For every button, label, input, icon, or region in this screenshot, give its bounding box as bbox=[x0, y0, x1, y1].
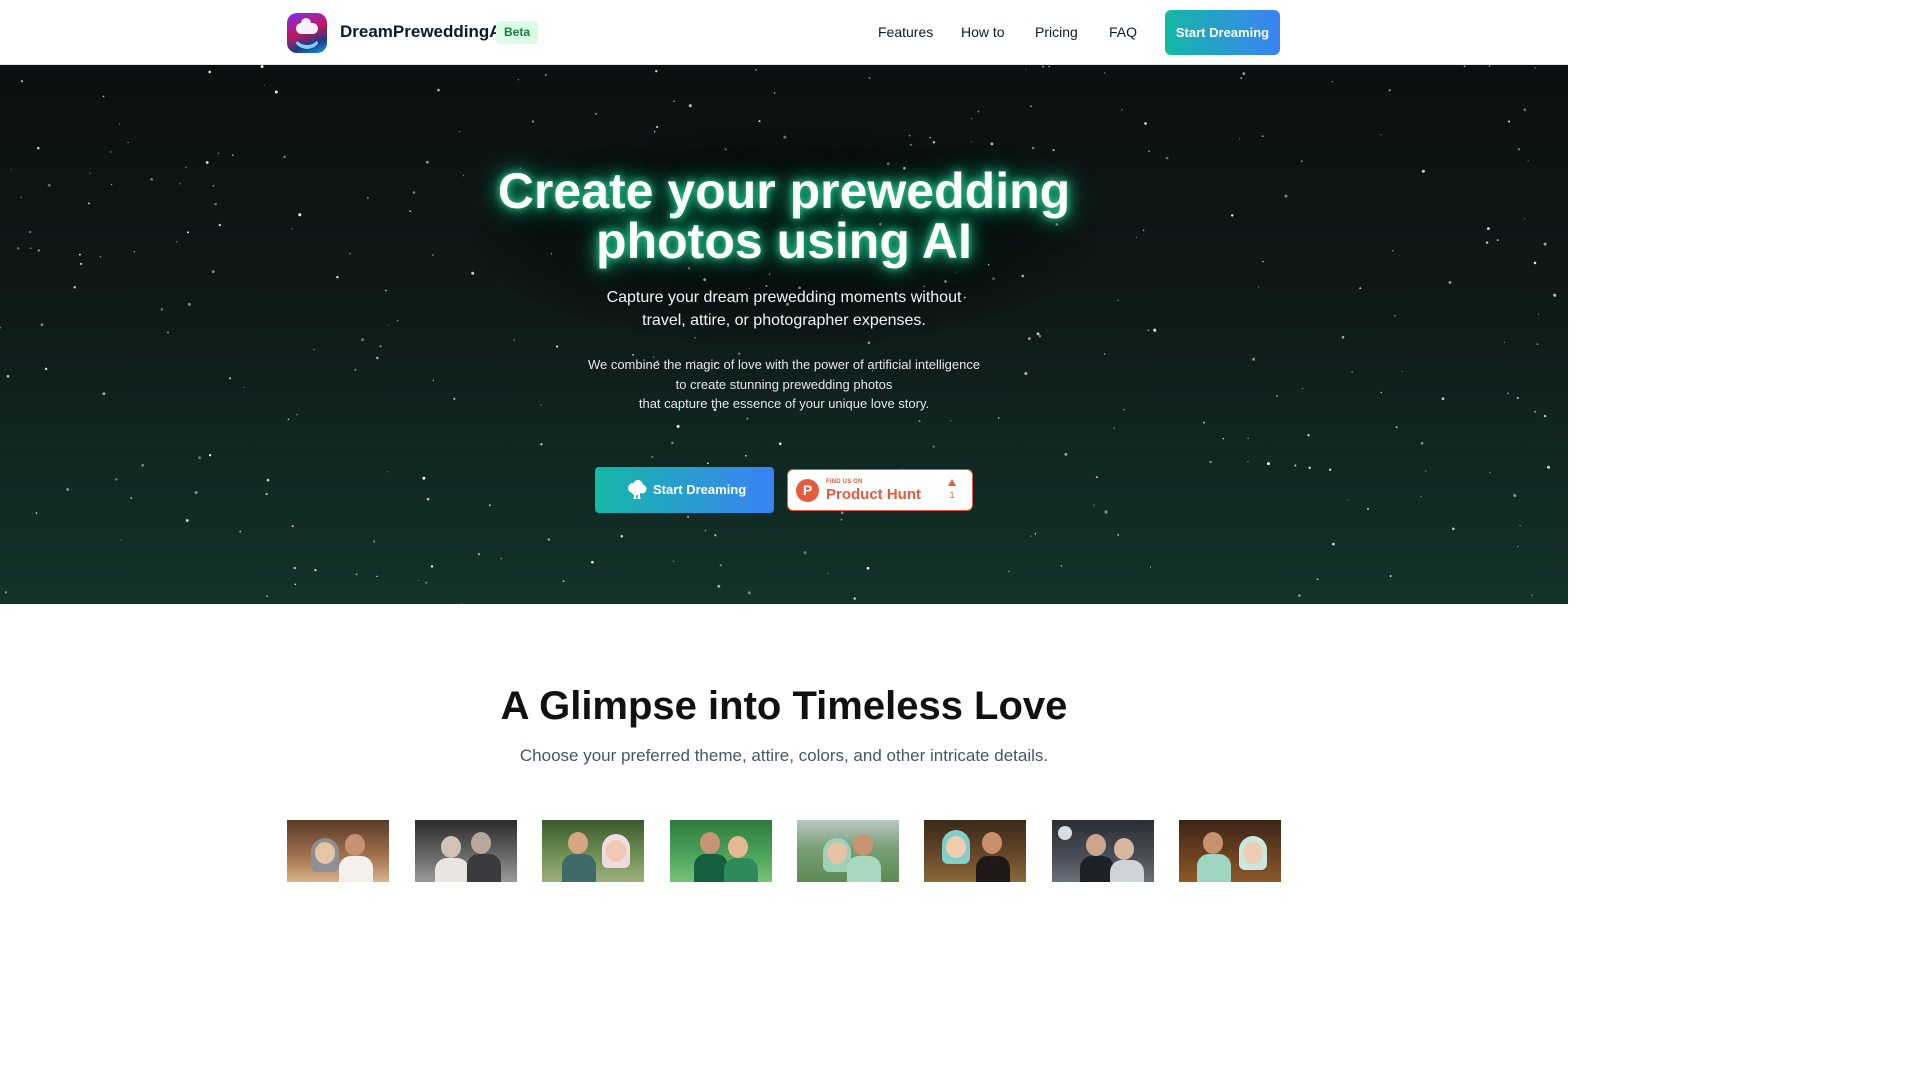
gallery-subtitle: Choose your preferred theme, attire, col… bbox=[519, 746, 1049, 765]
gallery-photo-2[interactable] bbox=[415, 820, 517, 882]
upvote-count: 1 bbox=[949, 490, 955, 500]
nav-link-faq[interactable]: FAQ bbox=[1109, 24, 1137, 40]
product-hunt-small-text: FIND US ON bbox=[826, 479, 863, 485]
hero-description-line1: We combine the magic of love with the po… bbox=[587, 357, 981, 372]
brand-name[interactable]: DreamPreweddingAI bbox=[340, 22, 506, 42]
brain-cloud-icon bbox=[628, 480, 647, 499]
nav-link-how-to[interactable]: How to bbox=[961, 24, 1005, 40]
gallery-photo-4[interactable] bbox=[670, 820, 772, 882]
hero-headline-line2: photos using AI bbox=[596, 213, 972, 269]
hero-description: We combine the magic of love with the po… bbox=[534, 355, 1034, 414]
hero-cta-label: Start Dreaming bbox=[653, 482, 747, 497]
hero-description-line2: to create stunning prewedding photos bbox=[675, 376, 893, 392]
hero-section: Create your prewedding photos using AI C… bbox=[0, 65, 1568, 604]
hero-description-line3: that capture the essence of your unique … bbox=[638, 396, 930, 411]
cloud-moon-logo-icon[interactable] bbox=[287, 13, 327, 53]
top-navbar: DreamPreweddingAI Beta Features How to P… bbox=[0, 0, 1568, 65]
gallery-photo-6[interactable] bbox=[924, 820, 1026, 882]
gallery-photo-3[interactable] bbox=[542, 820, 644, 882]
gallery-photo-8[interactable] bbox=[1179, 820, 1281, 882]
product-hunt-badge[interactable]: P FIND US ON Product Hunt 1 bbox=[787, 469, 973, 511]
gallery-photo-5[interactable] bbox=[797, 820, 899, 882]
nav-link-features[interactable]: Features bbox=[878, 24, 933, 40]
product-hunt-logo-icon: P bbox=[796, 479, 819, 502]
hero-headline-line1: Create your prewedding bbox=[497, 163, 1071, 219]
hero-subtitle-line2: travel, attire, or photographer expenses… bbox=[642, 312, 926, 329]
gallery-title: A Glimpse into Timeless Love bbox=[500, 684, 1068, 728]
gallery-photo-7[interactable] bbox=[1052, 820, 1154, 882]
beta-badge: Beta bbox=[496, 21, 539, 44]
gallery-photo-1[interactable] bbox=[287, 820, 389, 882]
hero-headline: Create your prewedding photos using AI bbox=[384, 166, 1184, 266]
upvote-triangle-icon bbox=[948, 479, 956, 486]
hero-start-dreaming-button[interactable]: Start Dreaming bbox=[595, 467, 774, 513]
nav-link-pricing[interactable]: Pricing bbox=[1035, 24, 1078, 40]
hero-subtitle-line1: Capture your dream prewedding moments wi… bbox=[606, 289, 962, 306]
product-hunt-title: Product Hunt bbox=[826, 486, 921, 503]
hero-subtitle: Capture your dream prewedding moments wi… bbox=[534, 286, 1034, 332]
nav-start-dreaming-button[interactable]: Start Dreaming bbox=[1165, 10, 1280, 55]
